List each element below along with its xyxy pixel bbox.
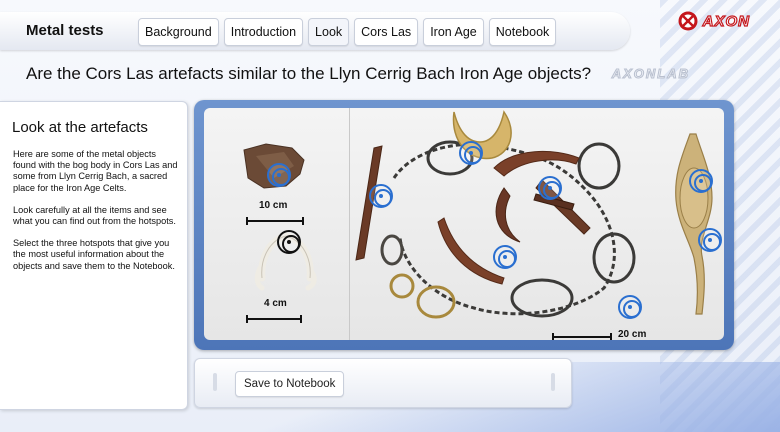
tab-introduction[interactable]: Introduction — [223, 18, 304, 46]
viewer-divider — [349, 108, 350, 340]
axon-logo: AXON — [677, 10, 750, 32]
app-window: Metal tests Background Introduction Look… — [0, 0, 780, 432]
hotspot-icon[interactable] — [618, 295, 642, 319]
axon-logo-icon — [678, 11, 698, 31]
panel-text: Here are some of the metal objects found… — [13, 149, 178, 283]
toolbar-divider — [213, 373, 217, 391]
artefact-photo: 10 cm 4 cm 20 cm — [204, 108, 724, 340]
panel-paragraph: Look carefully at all the items and see … — [13, 204, 176, 227]
info-panel: Look at the artefacts Here are some of t… — [0, 101, 188, 410]
panel-title: Look at the artefacts — [12, 119, 148, 136]
scale-bar — [246, 315, 302, 323]
watermark-text: AXONLAB — [611, 66, 690, 82]
toolbar-divider — [551, 373, 555, 391]
hotspot-icon[interactable] — [689, 169, 713, 193]
panel-paragraph: Here are some of the metal objects found… — [13, 149, 178, 193]
hotspot-icon[interactable] — [493, 245, 517, 269]
artefact-viewer-frame: 10 cm 4 cm 20 cm — [194, 100, 734, 350]
tab-notebook[interactable]: Notebook — [488, 18, 557, 46]
tab-bar: Background Introduction Look Cors Las Ir… — [138, 18, 557, 46]
scale-label: 10 cm — [259, 200, 288, 211]
logo-text: AXON — [702, 12, 750, 30]
hotspot-icon[interactable] — [698, 228, 722, 252]
page-question: Are the Cors Las artefacts similar to th… — [26, 64, 592, 83]
tab-cors-las[interactable]: Cors Las — [354, 18, 419, 46]
panel-paragraph: Select the three hotspots that give you … — [13, 238, 175, 271]
hotspot-icon[interactable] — [277, 230, 301, 254]
tab-iron-age[interactable]: Iron Age — [423, 18, 484, 46]
scale-label: 4 cm — [264, 298, 287, 309]
tab-background[interactable]: Background — [138, 18, 219, 46]
hotspot-icon[interactable] — [459, 141, 483, 165]
hotspot-icon[interactable] — [369, 184, 393, 208]
bottom-toolbar: Save to Notebook — [194, 358, 572, 408]
save-to-notebook-button[interactable]: Save to Notebook — [235, 371, 345, 397]
scale-bar — [246, 217, 304, 225]
app-title: Metal tests — [26, 22, 104, 39]
tab-look[interactable]: Look — [308, 18, 350, 46]
scale-label: 20 cm — [618, 329, 647, 340]
scale-bar — [552, 333, 612, 340]
hotspot-icon[interactable] — [538, 176, 562, 200]
hotspot-icon[interactable] — [267, 163, 291, 187]
